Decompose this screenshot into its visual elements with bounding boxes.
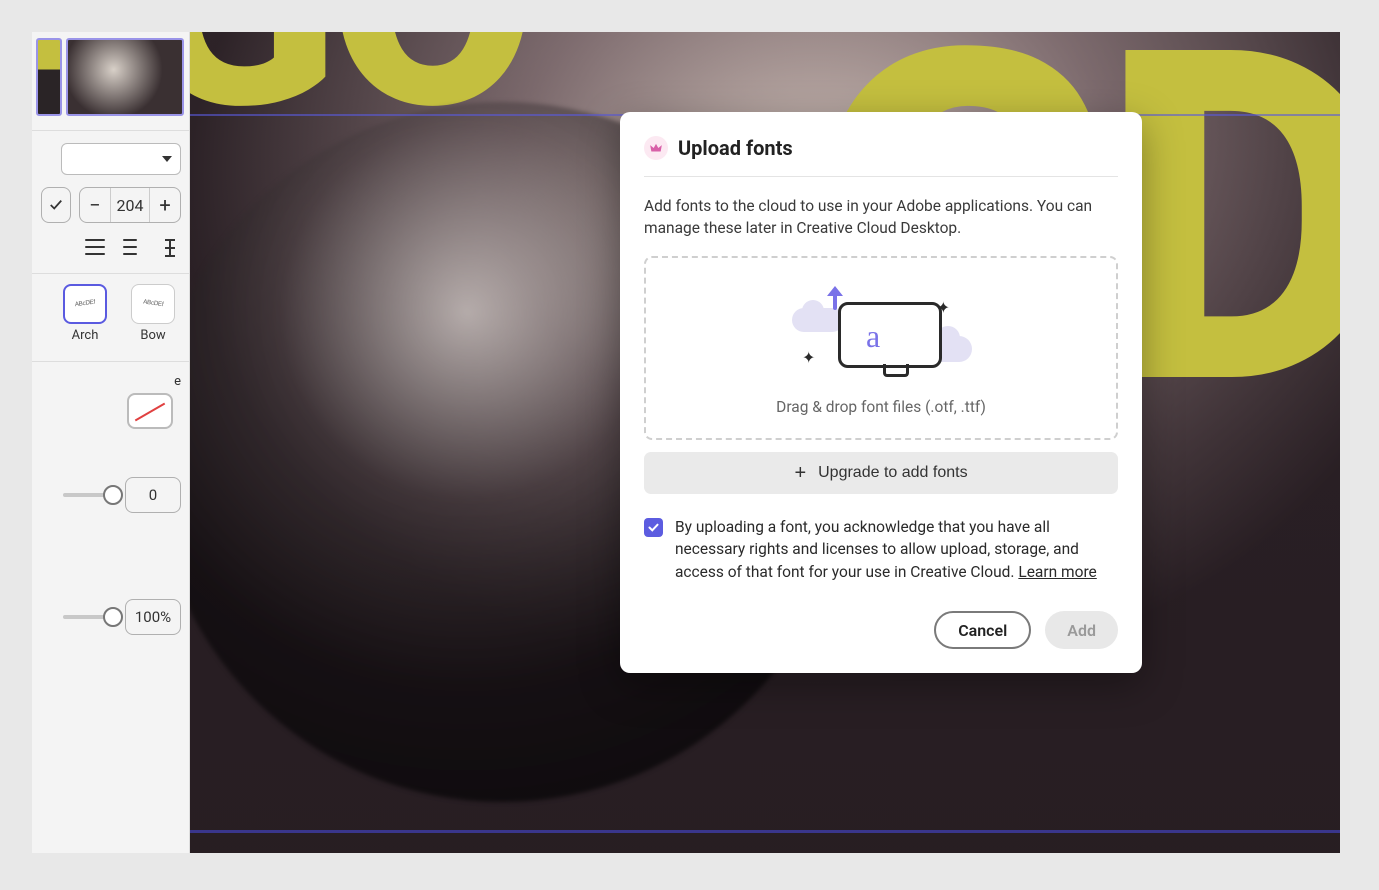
dialog-description: Add fonts to the cloud to use in your Ad… [644,177,1118,256]
upload-illustration: a ✦ ✦ [796,284,966,380]
modal-scrim: Upload fonts Add fonts to the cloud to u… [32,32,1340,853]
font-dropzone[interactable]: a ✦ ✦ Drag & drop font files (.otf, .ttf… [644,256,1118,440]
premium-crown-icon [644,136,668,160]
learn-more-link[interactable]: Learn more [1018,563,1096,581]
upgrade-to-add-fonts-button[interactable]: + Upgrade to add fonts [644,452,1118,494]
add-button: Add [1045,611,1118,649]
monitor-icon [838,302,942,368]
cancel-button[interactable]: Cancel [934,611,1031,649]
check-icon [647,521,660,534]
dialog-title: Upload fonts [678,136,793,160]
upgrade-label: Upgrade to add fonts [818,464,967,482]
upload-fonts-dialog: Upload fonts Add fonts to the cloud to u… [620,112,1142,673]
dropzone-hint: Drag & drop font files (.otf, .ttf) [776,398,986,416]
acknowledge-checkbox[interactable] [644,518,663,537]
sparkle-icon: ✦ [937,300,950,316]
letter-a-icon: a [866,318,880,355]
acknowledge-text: By uploading a font, you acknowledge tha… [675,516,1118,583]
editor-viewport: THE GO GDC − 204 + [32,32,1340,853]
plus-icon: + [794,463,806,483]
sparkle-icon: ✦ [802,350,815,366]
